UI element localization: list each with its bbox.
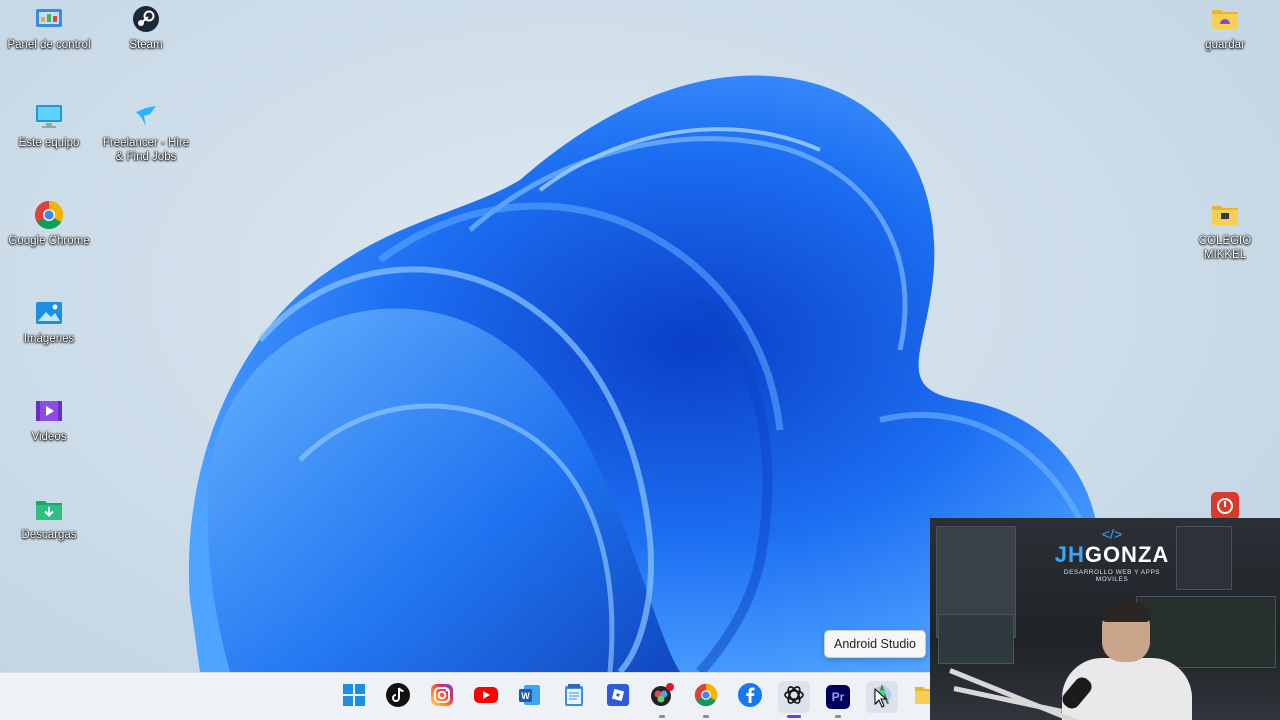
- svg-text:W: W: [521, 691, 530, 701]
- taskbar-word-button[interactable]: W: [514, 681, 546, 713]
- desktop-icon-label: Google Chrome: [8, 235, 90, 247]
- desktop-icon-label: guardar: [1205, 39, 1245, 51]
- desktop-icon-colegio-mikkel[interactable]: COLEGIO MIKKEL: [1177, 200, 1273, 262]
- running-indicator: [703, 715, 709, 718]
- brand-tagline: DESARROLLO WEB Y APPS MOVILES: [1063, 569, 1161, 583]
- desktop-icon-steam[interactable]: Steam: [98, 4, 194, 52]
- notepad-icon: [563, 683, 585, 712]
- taskbar-youtube-button[interactable]: [470, 681, 502, 713]
- steam-icon: [131, 4, 161, 34]
- active-indicator: [787, 715, 801, 718]
- taskbar-start-button[interactable]: [338, 681, 370, 713]
- mouse-cursor: [874, 687, 888, 713]
- downloads-folder-icon: [34, 494, 64, 524]
- videos-folder-icon: [34, 396, 64, 426]
- power-app-icon[interactable]: [1211, 492, 1239, 520]
- taskbar-tooltip: Android Studio: [824, 630, 927, 658]
- brand-prefix: JH: [1054, 542, 1085, 567]
- chatgpt-icon: [782, 683, 806, 712]
- folder-icon: [1210, 200, 1240, 230]
- desktop-icon-label: Descargas: [21, 529, 77, 541]
- davinci-icon: [649, 682, 675, 713]
- taskbar-facebook-button[interactable]: [734, 681, 766, 713]
- taskbar-chatgpt-button[interactable]: [778, 681, 810, 718]
- desktop-icon-label: Este equipo: [18, 137, 80, 149]
- word-icon: W: [518, 683, 542, 712]
- desktop-icon-label: COLEGIO MIKKEL: [1198, 235, 1252, 261]
- desktop-icon-label: Freelancer - Hire & Find Jobs: [102, 137, 190, 163]
- webcam-person-hair: [1102, 602, 1150, 622]
- folder-icon: [1210, 4, 1240, 34]
- premiere-label: Pr: [831, 690, 845, 704]
- desktop-icon-label: Panel de control: [7, 39, 91, 51]
- taskbar-premiere-button[interactable]: Pr: [822, 681, 854, 718]
- taskbar-tiktok-button[interactable]: [382, 681, 414, 713]
- code-brackets-icon: </>: [1101, 526, 1123, 542]
- taskbar-roblox-button[interactable]: [602, 681, 634, 713]
- freelancer-icon: [131, 102, 161, 132]
- desktop-icon-chrome[interactable]: Google Chrome: [1, 200, 97, 248]
- desktop-icon-downloads[interactable]: Descargas: [1, 494, 97, 542]
- desktop-icon-label: Imágenes: [23, 333, 75, 345]
- desktop-icon-videos[interactable]: Videos: [1, 396, 97, 444]
- running-indicator: [835, 715, 841, 718]
- youtube-icon: [473, 685, 499, 710]
- desktop-icon-pictures[interactable]: Imágenes: [1, 298, 97, 346]
- chrome-icon: [694, 683, 718, 712]
- webcam-background-monitor: [1136, 596, 1276, 668]
- taskbar-davinci-button[interactable]: [646, 681, 678, 718]
- windows-start-icon: [342, 683, 366, 712]
- premiere-icon: Pr: [826, 685, 850, 709]
- taskbar-notepad-button[interactable]: [558, 681, 590, 713]
- webcam-background-panel: [1176, 526, 1232, 590]
- taskbar-instagram-button[interactable]: [426, 681, 458, 713]
- control-panel-icon: [34, 4, 64, 34]
- brand-name: GONZA: [1084, 542, 1170, 567]
- webcam-brand-logo: </> JHGONZA DESARROLLO WEB Y APPS MOVILE…: [1054, 526, 1170, 583]
- instagram-icon: [430, 683, 454, 712]
- desktop-icon-label: Videos: [31, 431, 67, 443]
- desktop-icon-this-pc[interactable]: Este equipo: [1, 102, 97, 150]
- webcam-background-screen: [938, 614, 1014, 664]
- chrome-icon: [34, 200, 64, 230]
- desktop-icon-freelancer[interactable]: Freelancer - Hire & Find Jobs: [98, 102, 194, 164]
- desktop-icon-control-panel[interactable]: Panel de control: [1, 4, 97, 52]
- running-indicator: [659, 715, 665, 718]
- desktop-icon-label: Steam: [129, 39, 163, 51]
- desktop-icon-guardar[interactable]: guardar: [1177, 4, 1273, 52]
- roblox-icon: [606, 683, 630, 712]
- pictures-folder-icon: [34, 298, 64, 328]
- this-pc-icon: [34, 102, 64, 132]
- facebook-icon: [738, 682, 762, 712]
- webcam-overlay: </> JHGONZA DESARROLLO WEB Y APPS MOVILE…: [930, 518, 1280, 720]
- tiktok-icon: [386, 682, 410, 712]
- taskbar-chrome-button[interactable]: [690, 681, 722, 718]
